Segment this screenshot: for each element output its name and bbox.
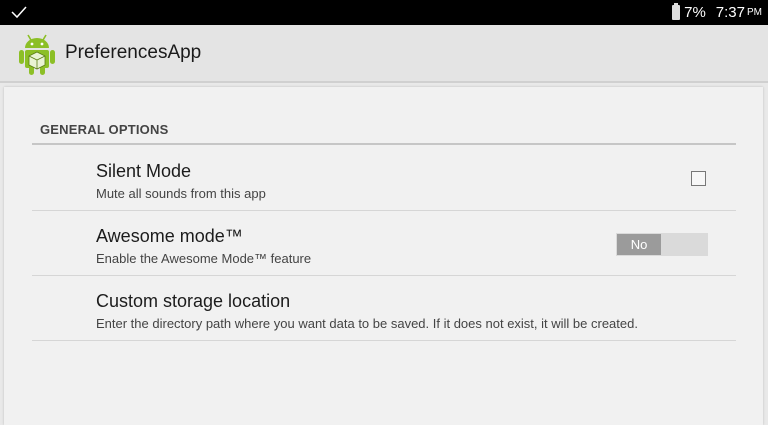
pref-title: Silent Mode — [96, 161, 192, 181]
category-divider — [32, 143, 736, 145]
pref-silent-mode[interactable]: Silent Mode Mute all sounds from this ap… — [32, 146, 736, 211]
clock-time: 7:37 — [715, 4, 745, 21]
category-header: GENERAL OPTIONS — [40, 122, 169, 137]
pref-custom-storage[interactable]: Custom storage location Enter the direct… — [32, 276, 736, 341]
pref-summary: Mute all sounds from this app — [96, 186, 266, 201]
battery-icon — [672, 3, 681, 20]
action-bar-divider — [0, 81, 768, 83]
pref-title: Awesome mode™ — [96, 226, 243, 246]
action-bar: PreferencesApp — [0, 25, 768, 82]
android-robot-icon[interactable] — [16, 30, 58, 76]
awesome-mode-switch[interactable]: No — [616, 233, 708, 256]
preferences-panel: GENERAL OPTIONS Silent Mode Mute all sou… — [4, 87, 763, 425]
pref-summary: Enable the Awesome Mode™ feature — [96, 251, 312, 266]
check-icon — [11, 6, 27, 19]
status-bar: 7% 7:37 PM — [0, 0, 768, 25]
status-right-group: 7% 7:37 PM — [672, 3, 762, 22]
app-title: PreferencesApp — [65, 42, 202, 63]
switch-thumb: No — [617, 234, 661, 255]
silent-mode-checkbox[interactable] — [691, 171, 706, 186]
clock-ampm: PM — [747, 7, 762, 18]
pref-awesome-mode[interactable]: Awesome mode™ Enable the Awesome Mode™ f… — [32, 211, 736, 276]
pref-summary: Enter the directory path where you want … — [96, 316, 638, 331]
pref-title: Custom storage location — [96, 291, 291, 311]
battery-percent: 7% — [684, 4, 706, 21]
